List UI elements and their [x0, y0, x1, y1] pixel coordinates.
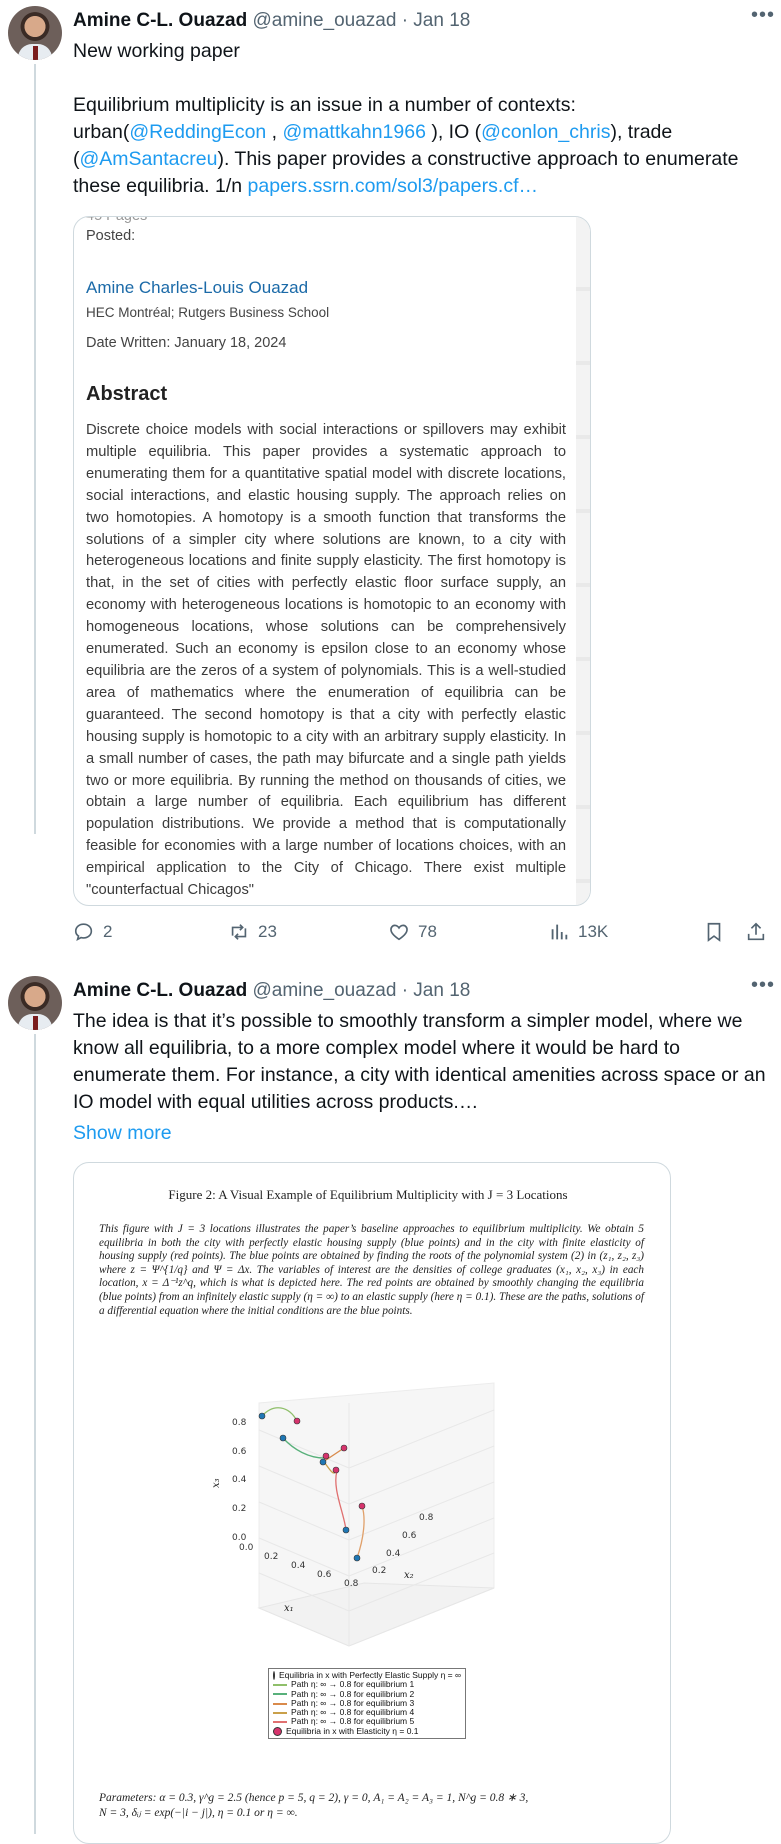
card-pages: 45 Pages — [86, 216, 148, 224]
card-author: Amine Charles-Louis Ouazad — [86, 278, 309, 297]
more-options-icon[interactable]: ••• — [751, 974, 775, 997]
card-posted: Posted: — [86, 228, 136, 244]
author-name[interactable]: Amine C-L. Ouazad — [73, 980, 247, 1001]
tweet-actions: 2 23 78 13K — [73, 921, 773, 951]
reply-icon — [74, 923, 93, 941]
figure-parameters: Parameters: α = 0.3, γ^g = 2.5 (hence p … — [99, 1791, 644, 1821]
z-axis-label: x₃ — [211, 1478, 222, 1488]
red-point — [322, 1452, 330, 1460]
blue-point — [258, 1412, 266, 1420]
mention-link[interactable]: @ReddingEcon — [129, 121, 266, 143]
tweet-text: The idea is that it’s possible to smooth… — [73, 1010, 766, 1113]
x-tick: 0.4 — [291, 1561, 306, 1571]
blue-point — [353, 1554, 361, 1562]
thread-line — [34, 64, 36, 834]
bookmark-icon — [707, 922, 721, 942]
link-card[interactable]: 45 Pages Posted: Amine Charles-Louis Oua… — [73, 216, 591, 906]
like-count: 78 — [418, 922, 437, 941]
legend-item: Equilibria in x with Elasticity η = 0.1 — [273, 1725, 461, 1736]
avatar[interactable] — [8, 6, 62, 60]
author-handle[interactable]: @amine_ouazad — [252, 10, 396, 31]
heart-icon — [390, 924, 408, 941]
show-more-link[interactable]: Show more — [73, 1120, 773, 1147]
repost-icon — [231, 924, 247, 940]
params-line-2: N = 3, δᵢⱼ = exp(−|i − j|), η = 0.1 or η… — [99, 1807, 298, 1819]
tweet-header: Amine C-L. Ouazad @amine_ouazad · Jan 18 — [73, 979, 470, 1003]
avatar[interactable] — [8, 976, 62, 1030]
y-tick: 0.4 — [386, 1549, 401, 1559]
x-tick: 0.0 — [239, 1543, 254, 1553]
tweet-date[interactable]: · Jan 18 — [402, 10, 471, 31]
red-point — [340, 1444, 348, 1452]
repost-button[interactable]: 23 — [228, 921, 277, 943]
repost-count: 23 — [258, 922, 277, 941]
z-axis-ticks: 0.8 0.6 0.4 0.2 0.0 — [232, 1418, 247, 1543]
share-icon — [747, 922, 765, 941]
url-link[interactable]: papers.ssrn.com/sol3/papers.cf… — [248, 175, 538, 197]
tweet-body-text: ), IO ( — [425, 121, 482, 143]
image-card[interactable]: Figure 2: A Visual Example of Equilibriu… — [73, 1162, 671, 1844]
figure-title: Figure 2: A Visual Example of Equilibriu… — [168, 1187, 568, 1202]
card-abstract-heading: Abstract — [86, 383, 168, 405]
z-tick: 0.0 — [232, 1533, 247, 1543]
red-point — [332, 1466, 340, 1474]
author-name[interactable]: Amine C-L. Ouazad — [73, 10, 247, 31]
views-button[interactable]: 13K — [548, 921, 608, 943]
thread-line — [34, 1034, 36, 1834]
bookmark-button[interactable] — [703, 921, 725, 943]
card-abstract-text: Discrete choice models with social inter… — [86, 422, 566, 898]
like-button[interactable]: 78 — [388, 921, 437, 943]
views-bar-chart-icon — [551, 924, 568, 940]
x-tick: 0.2 — [264, 1552, 278, 1562]
z-tick: 0.2 — [232, 1504, 246, 1514]
views-count: 13K — [578, 922, 609, 941]
figure-caption: This figure with J = 3 locations illustr… — [99, 1223, 644, 1317]
card-date-written: Date Written: January 18, 2024 — [86, 335, 287, 351]
card-affiliation: HEC Montréal; Rutgers Business School — [86, 305, 330, 320]
card-side-strip — [576, 217, 590, 905]
y-axis-label: x₂ — [404, 1570, 414, 1581]
red-point — [358, 1502, 366, 1510]
y-tick: 0.6 — [402, 1531, 417, 1541]
z-tick: 0.4 — [232, 1475, 247, 1485]
y-tick: 0.8 — [419, 1513, 434, 1523]
legend-label: Equilibria in x with Elasticity η = 0.1 — [286, 1725, 419, 1736]
figure-3d-plot: 0.8 0.6 0.4 0.2 0.0 x₃ 0.0 0.2 0.4 0.6 0… — [211, 1382, 495, 1647]
tweet-paragraph: Equilibrium multiplicity is an issue in … — [73, 92, 773, 200]
z-tick: 0.8 — [232, 1418, 247, 1428]
blue-point — [342, 1526, 350, 1534]
y-tick: 0.2 — [372, 1566, 386, 1576]
blue-point — [279, 1434, 287, 1442]
x-tick: 0.8 — [344, 1579, 359, 1589]
reply-count: 2 — [103, 922, 113, 941]
mention-link[interactable]: @mattkahn1966 — [283, 121, 426, 143]
reply-button[interactable]: 2 — [73, 921, 112, 943]
x-axis-label: x₁ — [284, 1603, 294, 1614]
mention-link[interactable]: @conlon_chris — [481, 121, 610, 143]
x-tick: 0.6 — [317, 1570, 332, 1580]
z-tick: 0.6 — [232, 1447, 247, 1457]
tweet-body-text: , — [266, 121, 283, 143]
share-button[interactable] — [745, 921, 767, 943]
tweet-date[interactable]: · Jan 18 — [402, 980, 471, 1001]
more-options-icon[interactable]: ••• — [751, 4, 775, 27]
tweet-header: Amine C-L. Ouazad @amine_ouazad · Jan 18 — [73, 9, 470, 33]
figure-legend: Equilibria in x with Perfectly Elastic S… — [268, 1668, 466, 1740]
tweet-text: New working paper Equilibrium multiplici… — [73, 38, 773, 200]
mention-link[interactable]: @AmSantacreu — [80, 148, 218, 170]
params-line-1: Parameters: α = 0.3, γ^g = 2.5 (hence p … — [99, 1792, 529, 1804]
blue-point — [319, 1458, 327, 1466]
author-handle[interactable]: @amine_ouazad — [252, 980, 396, 1001]
tweet-line-1: New working paper — [73, 40, 240, 62]
red-point — [293, 1417, 301, 1425]
